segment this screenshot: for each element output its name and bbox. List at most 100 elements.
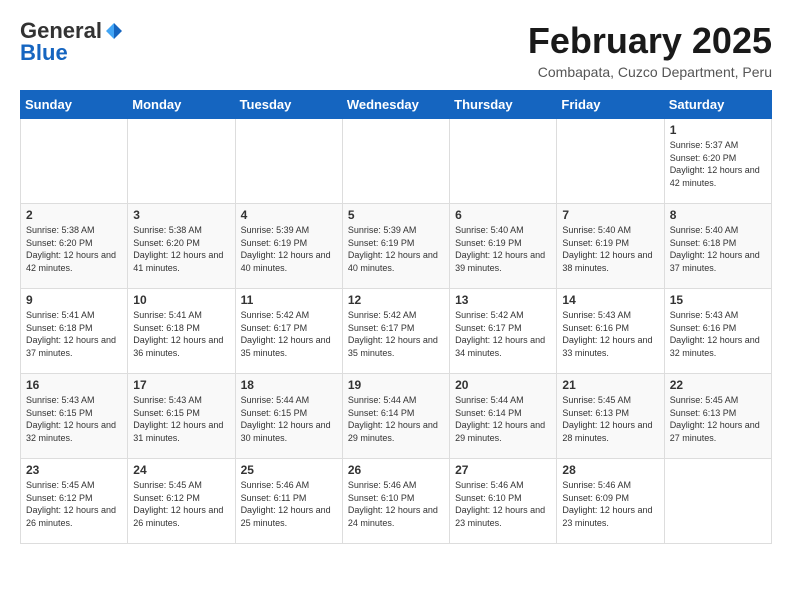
calendar-cell: 23 Sunrise: 5:45 AM Sunset: 6:12 PM Dayli… [21, 459, 128, 544]
day-number: 9 [26, 293, 122, 307]
day-info: Sunrise: 5:45 AM Sunset: 6:13 PM Dayligh… [670, 394, 766, 444]
calendar-cell: 9 Sunrise: 5:41 AM Sunset: 6:18 PM Daylig… [21, 289, 128, 374]
day-number: 1 [670, 123, 766, 137]
day-number: 28 [562, 463, 658, 477]
day-number: 5 [348, 208, 444, 222]
calendar-cell [21, 119, 128, 204]
day-number: 16 [26, 378, 122, 392]
calendar-week-4: 16 Sunrise: 5:43 AM Sunset: 6:15 PM Dayli… [21, 374, 772, 459]
day-info: Sunrise: 5:46 AM Sunset: 6:09 PM Dayligh… [562, 479, 658, 529]
calendar-table: SundayMondayTuesdayWednesdayThursdayFrid… [20, 90, 772, 544]
calendar-cell: 5 Sunrise: 5:39 AM Sunset: 6:19 PM Daylig… [342, 204, 449, 289]
day-number: 27 [455, 463, 551, 477]
calendar-cell: 10 Sunrise: 5:41 AM Sunset: 6:18 PM Dayli… [128, 289, 235, 374]
day-number: 11 [241, 293, 337, 307]
day-info: Sunrise: 5:44 AM Sunset: 6:15 PM Dayligh… [241, 394, 337, 444]
calendar-cell [128, 119, 235, 204]
day-number: 8 [670, 208, 766, 222]
day-info: Sunrise: 5:40 AM Sunset: 6:18 PM Dayligh… [670, 224, 766, 274]
day-info: Sunrise: 5:39 AM Sunset: 6:19 PM Dayligh… [241, 224, 337, 274]
calendar-cell: 19 Sunrise: 5:44 AM Sunset: 6:14 PM Dayli… [342, 374, 449, 459]
day-info: Sunrise: 5:42 AM Sunset: 6:17 PM Dayligh… [348, 309, 444, 359]
day-info: Sunrise: 5:44 AM Sunset: 6:14 PM Dayligh… [348, 394, 444, 444]
calendar-cell: 7 Sunrise: 5:40 AM Sunset: 6:19 PM Daylig… [557, 204, 664, 289]
day-number: 7 [562, 208, 658, 222]
day-number: 21 [562, 378, 658, 392]
day-info: Sunrise: 5:46 AM Sunset: 6:10 PM Dayligh… [348, 479, 444, 529]
weekday-header-monday: Monday [128, 91, 235, 119]
weekday-header-sunday: Sunday [21, 91, 128, 119]
logo-icon [104, 21, 124, 41]
logo-general-text: General [20, 20, 102, 42]
day-info: Sunrise: 5:43 AM Sunset: 6:16 PM Dayligh… [670, 309, 766, 359]
day-info: Sunrise: 5:45 AM Sunset: 6:12 PM Dayligh… [133, 479, 229, 529]
calendar-week-3: 9 Sunrise: 5:41 AM Sunset: 6:18 PM Daylig… [21, 289, 772, 374]
calendar-cell: 27Sunrise: 5:46 AM Sunset: 6:10 PM Dayli… [450, 459, 557, 544]
calendar-cell: 3 Sunrise: 5:38 AM Sunset: 6:20 PM Daylig… [128, 204, 235, 289]
calendar-cell: 22 Sunrise: 5:45 AM Sunset: 6:13 PM Dayli… [664, 374, 771, 459]
day-info: Sunrise: 5:40 AM Sunset: 6:19 PM Dayligh… [455, 224, 551, 274]
calendar-cell: 16 Sunrise: 5:43 AM Sunset: 6:15 PM Dayli… [21, 374, 128, 459]
day-info: Sunrise: 5:43 AM Sunset: 6:15 PM Dayligh… [133, 394, 229, 444]
day-number: 19 [348, 378, 444, 392]
calendar-cell: 12 Sunrise: 5:42 AM Sunset: 6:17 PM Dayli… [342, 289, 449, 374]
calendar-cell: 2 Sunrise: 5:38 AM Sunset: 6:20 PM Daylig… [21, 204, 128, 289]
calendar-cell: 15 Sunrise: 5:43 AM Sunset: 6:16 PM Dayli… [664, 289, 771, 374]
calendar-cell: 11 Sunrise: 5:42 AM Sunset: 6:17 PM Dayli… [235, 289, 342, 374]
day-number: 15 [670, 293, 766, 307]
calendar-week-1: 1Sunrise: 5:37 AM Sunset: 6:20 PM Daylig… [21, 119, 772, 204]
calendar-cell: 4 Sunrise: 5:39 AM Sunset: 6:19 PM Daylig… [235, 204, 342, 289]
day-info: Sunrise: 5:38 AM Sunset: 6:20 PM Dayligh… [26, 224, 122, 274]
calendar-cell: 13 Sunrise: 5:42 AM Sunset: 6:17 PM Dayli… [450, 289, 557, 374]
day-info: Sunrise: 5:46 AM Sunset: 6:11 PM Dayligh… [241, 479, 337, 529]
day-number: 18 [241, 378, 337, 392]
calendar-cell [557, 119, 664, 204]
logo-blue-text: Blue [20, 42, 68, 64]
day-number: 17 [133, 378, 229, 392]
calendar-cell: 20Sunrise: 5:44 AM Sunset: 6:14 PM Dayli… [450, 374, 557, 459]
day-info: Sunrise: 5:41 AM Sunset: 6:18 PM Dayligh… [26, 309, 122, 359]
day-info: Sunrise: 5:45 AM Sunset: 6:12 PM Dayligh… [26, 479, 122, 529]
day-info: Sunrise: 5:38 AM Sunset: 6:20 PM Dayligh… [133, 224, 229, 274]
calendar-cell [450, 119, 557, 204]
day-info: Sunrise: 5:44 AM Sunset: 6:14 PM Dayligh… [455, 394, 551, 444]
day-info: Sunrise: 5:42 AM Sunset: 6:17 PM Dayligh… [455, 309, 551, 359]
day-number: 4 [241, 208, 337, 222]
calendar-cell: 18 Sunrise: 5:44 AM Sunset: 6:15 PM Dayli… [235, 374, 342, 459]
day-number: 3 [133, 208, 229, 222]
calendar-cell [664, 459, 771, 544]
day-info: Sunrise: 5:41 AM Sunset: 6:18 PM Dayligh… [133, 309, 229, 359]
day-number: 14 [562, 293, 658, 307]
day-info: Sunrise: 5:42 AM Sunset: 6:17 PM Dayligh… [241, 309, 337, 359]
weekday-header-wednesday: Wednesday [342, 91, 449, 119]
day-number: 24 [133, 463, 229, 477]
day-number: 26 [348, 463, 444, 477]
calendar-cell: 6Sunrise: 5:40 AM Sunset: 6:19 PM Daylig… [450, 204, 557, 289]
day-number: 12 [348, 293, 444, 307]
day-info: Sunrise: 5:40 AM Sunset: 6:19 PM Dayligh… [562, 224, 658, 274]
calendar-cell: 28 Sunrise: 5:46 AM Sunset: 6:09 PM Dayli… [557, 459, 664, 544]
weekday-header-saturday: Saturday [664, 91, 771, 119]
day-number: 10 [133, 293, 229, 307]
day-number: 2 [26, 208, 122, 222]
calendar-cell: 1Sunrise: 5:37 AM Sunset: 6:20 PM Daylig… [664, 119, 771, 204]
calendar-week-2: 2 Sunrise: 5:38 AM Sunset: 6:20 PM Daylig… [21, 204, 772, 289]
calendar-cell [342, 119, 449, 204]
calendar-cell: 14 Sunrise: 5:43 AM Sunset: 6:16 PM Dayli… [557, 289, 664, 374]
title-block: February 2025 Combapata, Cuzco Departmen… [528, 20, 772, 80]
weekday-header-tuesday: Tuesday [235, 91, 342, 119]
day-number: 22 [670, 378, 766, 392]
day-number: 25 [241, 463, 337, 477]
day-number: 13 [455, 293, 551, 307]
calendar-cell: 17 Sunrise: 5:43 AM Sunset: 6:15 PM Dayli… [128, 374, 235, 459]
location-subtitle: Combapata, Cuzco Department, Peru [528, 64, 772, 80]
calendar-header-row: SundayMondayTuesdayWednesdayThursdayFrid… [21, 91, 772, 119]
day-info: Sunrise: 5:43 AM Sunset: 6:15 PM Dayligh… [26, 394, 122, 444]
calendar-cell: 8 Sunrise: 5:40 AM Sunset: 6:18 PM Daylig… [664, 204, 771, 289]
day-number: 23 [26, 463, 122, 477]
calendar-cell [235, 119, 342, 204]
page-header: General Blue February 2025 Combapata, Cu… [20, 20, 772, 80]
calendar-week-5: 23 Sunrise: 5:45 AM Sunset: 6:12 PM Dayli… [21, 459, 772, 544]
day-info: Sunrise: 5:39 AM Sunset: 6:19 PM Dayligh… [348, 224, 444, 274]
day-info: Sunrise: 5:43 AM Sunset: 6:16 PM Dayligh… [562, 309, 658, 359]
